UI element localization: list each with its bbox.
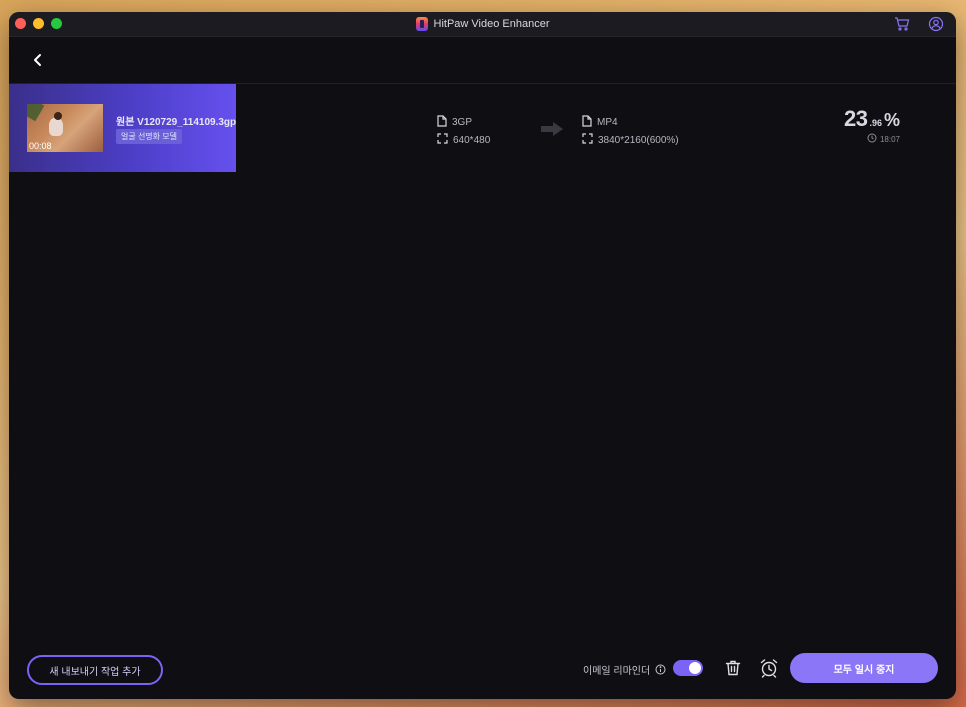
clock-icon	[867, 133, 877, 145]
task-row[interactable]: 00:08 원본 V120729_114109.3gp 얼굴 선명화 모델 3G…	[9, 84, 956, 172]
pause-all-button[interactable]: 모두 일시 중지	[790, 653, 938, 683]
trash-icon[interactable]	[724, 659, 742, 682]
account-icon[interactable]	[928, 16, 944, 32]
info-icon[interactable]	[655, 662, 666, 680]
model-badge: 얼굴 선명화 모델	[116, 129, 182, 144]
progress-indicator: 23 .96 % 18:07	[844, 106, 900, 145]
file-icon	[582, 114, 592, 130]
resolution-icon	[582, 133, 593, 147]
app-window: HitPaw Video Enhancer 00:08 원본 V120729_1…	[9, 12, 956, 699]
eta: 18:07	[844, 133, 900, 145]
output-resolution: 3840*2160(600%)	[598, 134, 679, 146]
window-title-group: HitPaw Video Enhancer	[9, 12, 956, 36]
footer: 새 내보내기 작업 추가 이메일 리마인더 모두 일시 중지	[9, 647, 956, 699]
source-format: 3GP	[452, 116, 473, 128]
eta-time: 18:07	[879, 134, 900, 144]
source-info: 3GP 640*480	[437, 113, 490, 149]
video-thumbnail[interactable]: 00:08	[27, 104, 103, 152]
resolution-icon	[437, 133, 448, 147]
file-name: 원본 V120729_114109.3gp	[116, 117, 237, 128]
title-bar: HitPaw Video Enhancer	[9, 12, 956, 37]
output-format: MP4	[597, 116, 618, 128]
window-title: HitPaw Video Enhancer	[433, 18, 550, 30]
cart-icon[interactable]	[894, 16, 910, 32]
alarm-icon[interactable]	[759, 658, 779, 683]
output-info: MP4 3840*2160(600%)	[582, 113, 679, 149]
file-icon	[437, 114, 447, 130]
back-icon[interactable]	[31, 52, 45, 68]
source-resolution: 640*480	[453, 134, 491, 146]
video-duration: 00:08	[29, 141, 52, 151]
title-bar-actions	[894, 16, 944, 32]
app-logo-icon	[415, 17, 428, 31]
email-reminder-label: 이메일 리마인더	[583, 666, 651, 677]
add-export-task-button[interactable]: 새 내보내기 작업 추가	[27, 655, 163, 685]
arrow-right-icon	[541, 122, 563, 141]
email-reminder-toggle[interactable]	[673, 660, 703, 676]
toolbar	[9, 37, 956, 84]
progress-percent: 23 .96 %	[843, 106, 900, 131]
